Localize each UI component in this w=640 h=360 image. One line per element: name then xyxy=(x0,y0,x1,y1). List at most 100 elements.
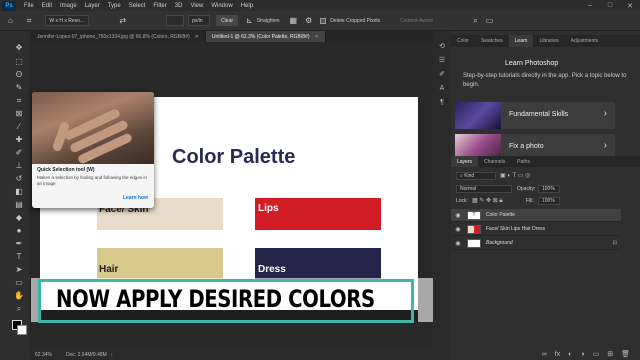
visibility-eye-icon[interactable]: ◉ xyxy=(453,240,463,247)
brush-tool-icon[interactable]: ✐ xyxy=(14,148,24,158)
adjustment-icon[interactable]: ◑ xyxy=(580,351,584,358)
menu-view[interactable]: View xyxy=(190,3,203,9)
lock-icons[interactable]: ▦ ✎ ✥ ⊠ 🔒︎ xyxy=(472,197,503,205)
crop-tool-icon[interactable]: ⌗ xyxy=(27,16,32,26)
link-layers-icon[interactable]: ∞ xyxy=(542,351,547,358)
home-icon[interactable]: ⌂ xyxy=(8,16,13,25)
tab-close-icon[interactable]: ✕ xyxy=(315,34,319,40)
tab-jennifer-lopez[interactable]: Jennifer-Lopez-07_iphone_750x1334.jpg @ … xyxy=(31,31,206,42)
tab-adjustments[interactable]: Adjustments xyxy=(565,35,605,47)
tab-swatches[interactable]: Swatches xyxy=(475,35,509,47)
paragraph-icon[interactable]: ¶ xyxy=(437,98,447,108)
status-arrow-icon[interactable]: › xyxy=(111,352,113,358)
tool-tooltip: Quick Selection tool (W) Makes a selecti… xyxy=(32,92,154,208)
layer-background[interactable]: ◉ Background ⊡ xyxy=(451,237,621,250)
delete-cropped-label: Delete Cropped Pixels xyxy=(330,17,380,24)
filter-icons[interactable]: ▣ ◐ T ▭ ◎ xyxy=(500,172,530,179)
menu-layer[interactable]: Layer xyxy=(85,3,100,9)
card-fundamental-skills[interactable]: Fundamental Skills › xyxy=(455,102,615,129)
tab-channels[interactable]: Channels xyxy=(478,156,511,167)
rectangle-tool-icon[interactable]: ▭ xyxy=(14,278,24,288)
folder-icon[interactable]: ▭ xyxy=(593,350,600,358)
menu-image[interactable]: Image xyxy=(60,3,77,9)
layer-filter-select[interactable]: ⌕ Kind xyxy=(456,172,496,180)
menu-filter[interactable]: Filter xyxy=(153,3,166,9)
marquee-tool-icon[interactable]: ⬚ xyxy=(14,57,24,67)
card-thumbnail xyxy=(455,102,501,129)
settings-gear-icon[interactable]: ⚙ xyxy=(305,16,312,25)
menu-help[interactable]: Help xyxy=(241,3,253,9)
mask-icon[interactable]: ◐ xyxy=(568,351,572,358)
healing-brush-icon[interactable]: ✚ xyxy=(14,135,24,145)
tab-close-icon[interactable]: ✕ xyxy=(195,34,199,40)
maximize-icon[interactable]: □ xyxy=(600,0,620,11)
brush-settings-icon[interactable]: ✐ xyxy=(437,70,447,80)
opacity-field[interactable]: 100% xyxy=(538,185,560,193)
straighten-label[interactable]: Straighten xyxy=(257,18,280,24)
hand-tool-icon[interactable]: ✋ xyxy=(14,291,24,301)
layer-color-palette[interactable]: ◉ T Color Palette xyxy=(451,209,621,222)
crop-ratio-select[interactable]: W x H x Reso... xyxy=(45,15,90,26)
menu-3d[interactable]: 3D xyxy=(175,3,183,9)
move-tool-icon[interactable]: ✥ xyxy=(14,43,24,53)
close-icon[interactable]: ✕ xyxy=(620,0,640,11)
layer-name: Face/ Skin Lips Hair Dress xyxy=(486,226,546,232)
gradient-tool-icon[interactable]: ▤ xyxy=(14,200,24,210)
clone-stamp-icon[interactable]: ⊥ xyxy=(14,161,24,171)
tab-color[interactable]: Color xyxy=(451,35,475,47)
quick-selection-tool-icon[interactable]: ✎ xyxy=(14,83,24,93)
dodge-tool-icon[interactable]: ● xyxy=(14,226,24,236)
fx-icon[interactable]: fx xyxy=(555,351,560,358)
tab-paths[interactable]: Paths xyxy=(511,156,536,167)
learn-how-link[interactable]: Learn how xyxy=(123,195,148,201)
straighten-icon[interactable]: ⊾ xyxy=(246,16,253,25)
blend-mode-select[interactable]: Normal xyxy=(456,185,512,193)
visibility-eye-icon[interactable]: ◉ xyxy=(453,212,463,219)
minimize-icon[interactable]: – xyxy=(580,0,600,11)
trash-icon[interactable]: 🗑︎ xyxy=(621,350,630,358)
menu-select[interactable]: Select xyxy=(129,3,146,9)
unit-select[interactable]: px/in xyxy=(188,15,211,26)
swap-icon[interactable]: ⇄ xyxy=(119,16,126,25)
overlay-grid-icon[interactable]: ▦ xyxy=(290,16,298,25)
tools-panel: ✥ ⬚ ʘ ✎ ⌗ ⊠ ⁄ ✚ ✐ ⊥ ↺ ◧ ▤ ◆ ● ✒ T ➤ ▭ ✋ … xyxy=(0,31,31,360)
frame-tool-icon[interactable]: ⊠ xyxy=(14,109,24,119)
new-layer-icon[interactable]: ⊞ xyxy=(607,350,613,358)
delete-cropped-checkbox[interactable] xyxy=(320,17,327,24)
tab-untitled-1[interactable]: Untitled-1 @ 62.3% (Color Palette, RGB/8… xyxy=(205,31,326,42)
history-brush-icon[interactable]: ↺ xyxy=(14,174,24,184)
lock-label: Lock: xyxy=(456,198,468,204)
background-color-swatch[interactable] xyxy=(17,325,27,335)
crop-tool-icon[interactable]: ⌗ xyxy=(14,96,24,106)
menu-type[interactable]: Type xyxy=(108,3,121,9)
blur-tool-icon[interactable]: ◆ xyxy=(14,213,24,223)
swatch-label-lips: Lips xyxy=(258,203,279,214)
pen-tool-icon[interactable]: ✒ xyxy=(14,239,24,249)
character-icon[interactable]: A xyxy=(437,84,447,94)
workspace-icon[interactable]: ▭ xyxy=(486,16,494,25)
search-icon[interactable]: ⌕ xyxy=(473,16,477,26)
menu-file[interactable]: File xyxy=(24,3,34,9)
menu-window[interactable]: Window xyxy=(211,3,232,9)
clear-button[interactable]: Clear xyxy=(216,15,239,26)
zoom-level[interactable]: 62.34% xyxy=(35,352,52,358)
tab-libraries[interactable]: Libraries xyxy=(533,35,564,47)
history-icon[interactable]: ⟲ xyxy=(437,42,447,52)
path-selection-icon[interactable]: ➤ xyxy=(14,265,24,275)
tab-learn[interactable]: Learn xyxy=(508,35,534,47)
properties-icon[interactable]: ☰ xyxy=(437,56,447,66)
layer-swatches[interactable]: ◉ Face/ Skin Lips Hair Dress xyxy=(451,223,621,236)
tooltip-description: Makes a selection by finding and followi… xyxy=(37,175,147,186)
tooltip-title: Quick Selection tool (W) xyxy=(37,167,95,173)
resolution-field[interactable] xyxy=(166,15,185,26)
type-tool-icon[interactable]: T xyxy=(14,252,24,262)
visibility-eye-icon[interactable]: ◉ xyxy=(453,226,463,233)
zoom-tool-icon[interactable]: ⌕ xyxy=(14,304,24,314)
lasso-tool-icon[interactable]: ʘ xyxy=(14,70,24,80)
fill-field[interactable]: 100% xyxy=(538,197,560,205)
tab-layers[interactable]: Layers xyxy=(451,156,479,167)
eraser-tool-icon[interactable]: ◧ xyxy=(14,187,24,197)
menu-edit[interactable]: Edit xyxy=(42,3,52,9)
eyedropper-tool-icon[interactable]: ⁄ xyxy=(14,122,24,132)
chevron-right-icon: › xyxy=(603,140,607,151)
